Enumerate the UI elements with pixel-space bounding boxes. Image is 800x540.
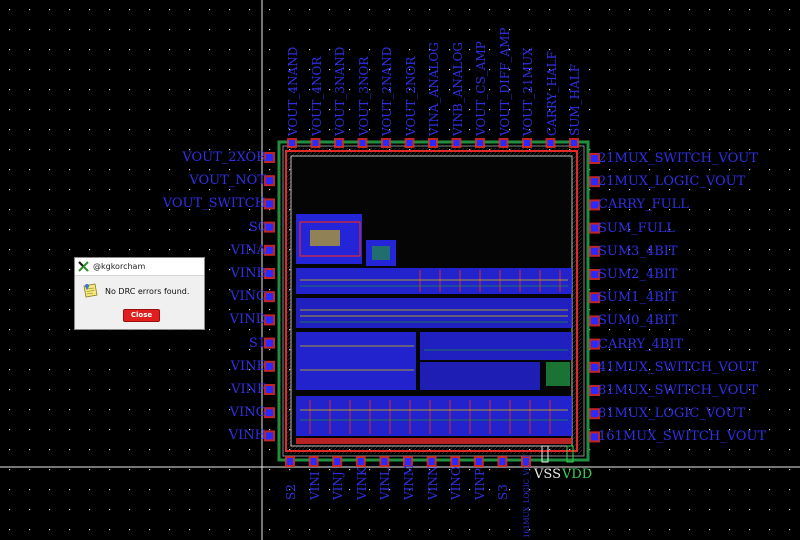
dialog-message: No DRC errors found. bbox=[105, 286, 190, 296]
left-pin-label: VINA bbox=[230, 242, 266, 258]
vss-label: VSS bbox=[534, 467, 561, 482]
left-pin-label: VIND bbox=[229, 312, 266, 328]
top-pin-label: VOUT_2NAND bbox=[380, 46, 394, 136]
app-x-icon bbox=[78, 261, 89, 272]
top-pin-label: VINA_ANALOG bbox=[427, 42, 441, 136]
right-pin-label: SUM1_4BIT bbox=[598, 290, 678, 306]
bottom-pin-label: VINP bbox=[472, 468, 487, 500]
right-pin-label: SUM3_4BIT bbox=[598, 243, 678, 259]
right-pin-label: 81MUX_LOGIC_VOUT bbox=[598, 406, 746, 422]
top-pin-label: VINB_ANALOG bbox=[450, 42, 465, 136]
left-pin-label: VOUT_NOT bbox=[189, 173, 266, 189]
right-pin-label: CARRY_FULL bbox=[598, 197, 689, 213]
left-pin-label: VINB bbox=[230, 266, 266, 281]
top-pin-label: SUM_HALF bbox=[568, 63, 582, 136]
right-pin-label: 21MUX_LOGIC_VOUT bbox=[598, 174, 746, 190]
bottom-pin-label: VINO bbox=[449, 466, 464, 500]
bottom-pin-label: VINM bbox=[402, 463, 416, 500]
close-button[interactable]: Close bbox=[123, 309, 160, 322]
bottom-pin-label: S3 bbox=[496, 484, 511, 500]
bottom-pin-label: VINL bbox=[378, 468, 393, 500]
bottom-pin-label: VINJ bbox=[331, 471, 346, 500]
bottom-pin-label: VINN bbox=[425, 465, 440, 500]
top-pin-label: VOUT_CS_AMP bbox=[474, 41, 488, 136]
left-pin-label: VOUT_2XOR bbox=[182, 150, 266, 165]
bottom-pin-label: 161MUX_LOGIC_VOUT bbox=[523, 454, 531, 538]
dialog-titlebar[interactable]: @kgkorcham bbox=[75, 258, 204, 276]
top-pin-label: VOUT_4NOR bbox=[309, 56, 324, 136]
left-pin-label: VINH bbox=[228, 428, 266, 444]
top-pin-label: VOUT_2NOR bbox=[403, 56, 418, 136]
top-pin-label: CARRY_HALF bbox=[544, 51, 559, 136]
right-pin-label: 41MUX_SWITCH_VOUT bbox=[598, 359, 758, 375]
note-icon bbox=[83, 283, 98, 298]
left-pin-label: S1 bbox=[248, 335, 266, 351]
bottom-pin-label: S2 bbox=[284, 484, 298, 500]
bottom-pin-label: VINI bbox=[307, 471, 322, 500]
right-pin-label: SUM_FULL bbox=[598, 220, 675, 236]
top-pin-label: VOUT_3NAND bbox=[333, 46, 347, 136]
left-pin-label: VINF bbox=[231, 382, 266, 397]
left-pin-label: VING bbox=[229, 405, 266, 421]
right-pin-label: SUM2_4BIT bbox=[598, 267, 678, 282]
bottom-pin-label: VINK bbox=[354, 467, 369, 500]
dialog-title: @kgkorcham bbox=[93, 262, 146, 271]
top-pin-label: VOUT_4NAND bbox=[286, 46, 300, 136]
left-pin-label: VINC bbox=[230, 289, 266, 305]
drc-dialog: @kgkorcham No DRC errors found. Close bbox=[74, 257, 205, 330]
top-pin-label: VOUT_21MUX bbox=[521, 47, 535, 136]
left-pin-label: S0 bbox=[248, 219, 266, 235]
vdd-label: VDD bbox=[562, 467, 593, 482]
right-pin-label: 21MUX_SWITCH_VOUT bbox=[598, 151, 758, 166]
right-pin-label: 81MUX_SWITCH_VOUT bbox=[598, 383, 758, 398]
left-pin-label: VOUT_SWITCH bbox=[162, 196, 266, 212]
right-pin-label: 161MUX_SWITCH_VOUT bbox=[598, 429, 767, 445]
top-pin-label: VOUT_3NOR bbox=[356, 56, 371, 136]
right-pin-label: SUM0_4BIT bbox=[598, 313, 678, 329]
left-pin-label: VINE bbox=[230, 358, 266, 374]
top-pin-label: VOUT_DIFF_AMP bbox=[497, 27, 512, 136]
right-pin-label: CARRY_4BIT bbox=[598, 336, 684, 352]
